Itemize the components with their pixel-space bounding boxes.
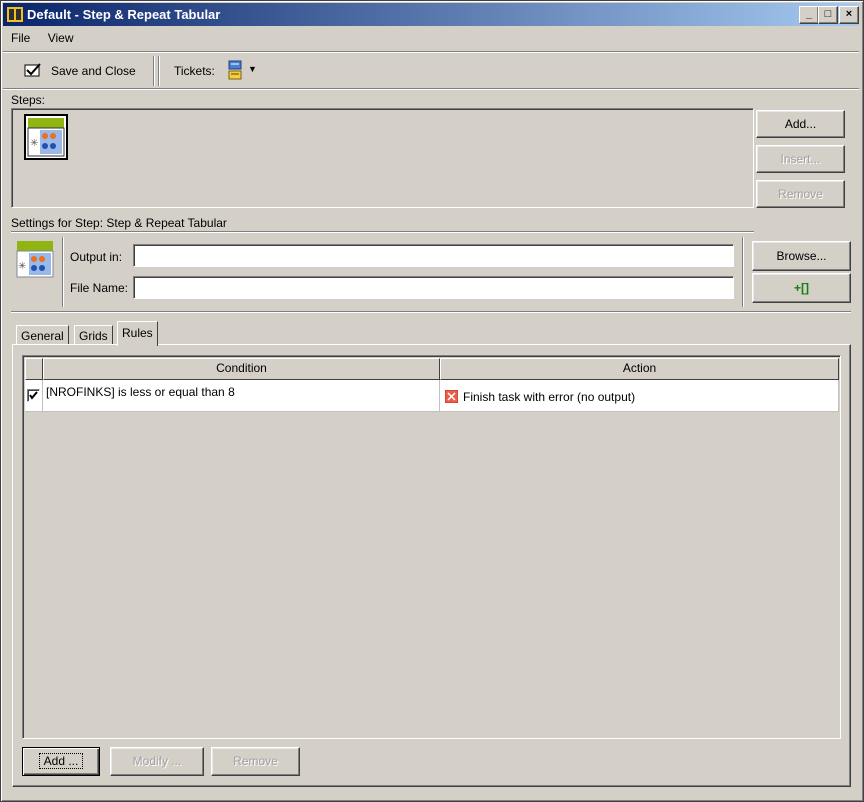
step-item-step-repeat[interactable]: ✳ [24, 114, 68, 160]
tab-rules[interactable]: Rules [117, 321, 158, 346]
condition-cell: [NROFINKS] is less or equal than 8 [43, 380, 440, 412]
action-column-header[interactable]: Action [440, 358, 839, 380]
settings-vertical-separator [62, 237, 64, 307]
table-row[interactable]: [NROFINKS] is less or equal than 8 Finis… [25, 380, 839, 412]
condition-column-header[interactable]: Condition [43, 358, 440, 380]
browse-button[interactable]: Browse... [752, 241, 851, 271]
settings-bottom-separator [11, 311, 851, 313]
file-name-field[interactable] [133, 276, 734, 299]
output-in-label: Output in: [70, 250, 123, 264]
action-cell: Finish task with error (no output) [440, 380, 839, 412]
close-button[interactable]: × [839, 6, 859, 24]
app-icon [7, 7, 23, 22]
steps-label: Steps: [11, 93, 46, 107]
save-check-icon [24, 63, 41, 77]
steps-add-button[interactable]: Add... [756, 110, 845, 138]
toolbar-separator-line [3, 88, 859, 90]
toolbar-separator [153, 56, 155, 86]
steps-insert-button[interactable]: Insert... [756, 145, 845, 173]
menu-file[interactable]: File [11, 31, 30, 45]
menu-separator [3, 51, 859, 53]
menu-view[interactable]: View [48, 31, 74, 45]
ticket-icon [228, 60, 242, 80]
title-bar[interactable]: Default - Step & Repeat Tabular _ □ × [3, 3, 859, 26]
save-and-close-label: Save and Close [51, 64, 136, 78]
toolbar-separator [158, 56, 160, 86]
insert-variable-button[interactable]: +[] [752, 273, 851, 303]
rules-modify-button[interactable]: Modify ... [110, 747, 204, 776]
tab-grids[interactable]: Grids [74, 325, 113, 345]
rules-add-label: Add ... [38, 753, 84, 769]
svg-text:✳: ✳ [30, 138, 38, 149]
minimize-icon: _ [805, 8, 813, 20]
maximize-icon: □ [824, 8, 832, 20]
tickets-dropdown[interactable]: ▼ [226, 58, 260, 82]
save-and-close-button[interactable]: Save and Close [14, 56, 154, 84]
maximize-button[interactable]: □ [818, 6, 838, 24]
rules-table[interactable]: Condition Action [NROFINKS] is less or e… [22, 355, 841, 739]
minimize-button[interactable]: _ [799, 6, 819, 24]
window-title: Default - Step & Repeat Tabular [27, 7, 221, 22]
row-checkbox[interactable] [27, 389, 40, 402]
file-name-label: File Name: [70, 281, 129, 295]
settings-right-separator [742, 237, 744, 307]
tab-general[interactable]: General [16, 325, 69, 345]
action-text: Finish task with error (no output) [463, 390, 636, 404]
tickets-label: Tickets: [174, 64, 215, 78]
rules-remove-button[interactable]: Remove [211, 747, 300, 776]
dropdown-arrow-icon: ▼ [248, 64, 257, 74]
error-x-icon [445, 390, 458, 403]
close-icon: × [845, 8, 853, 20]
settings-header: Settings for Step: Step & Repeat Tabular [11, 216, 227, 230]
steps-remove-button[interactable]: Remove [756, 180, 845, 208]
steps-list[interactable]: ✳ [11, 108, 754, 208]
step-settings-icon: ✳ [16, 241, 54, 278]
menu-bar: File View [11, 31, 87, 49]
rules-add-button[interactable]: Add ... [22, 747, 100, 776]
output-in-field[interactable] [133, 244, 734, 267]
settings-separator [11, 231, 754, 233]
checkbox-column-header [25, 358, 43, 380]
step-repeat-icon: ✳ [27, 118, 65, 157]
row-checkbox-cell [25, 380, 43, 412]
checkmark-icon [29, 391, 38, 400]
svg-text:✳: ✳ [18, 261, 26, 272]
